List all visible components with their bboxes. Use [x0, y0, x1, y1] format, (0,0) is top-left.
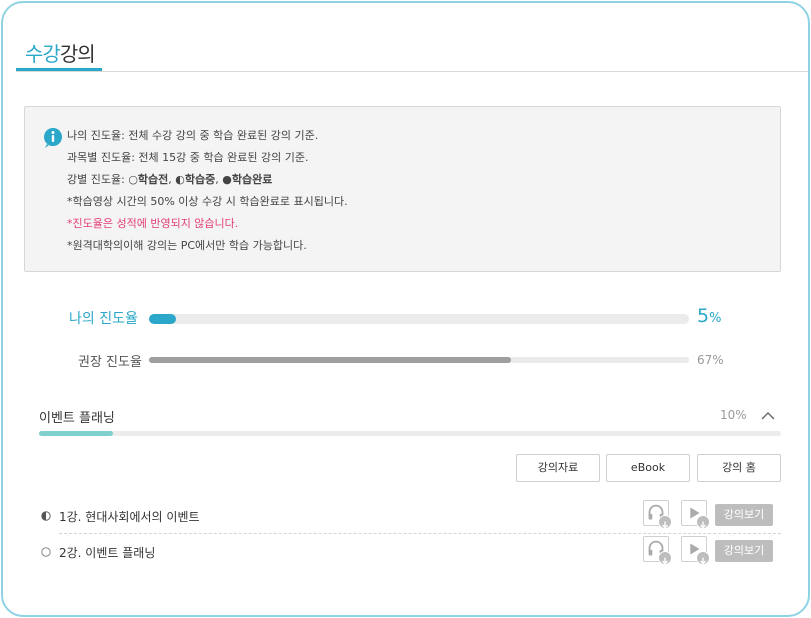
- recommended-progress-fill: [149, 357, 511, 363]
- download-icon: [696, 515, 710, 529]
- recommended-progress-label: 권장 진도율: [78, 355, 142, 370]
- download-icon: [658, 551, 672, 565]
- legend-done: ●학습완료: [222, 173, 273, 186]
- chevron-up-icon[interactable]: [761, 411, 775, 421]
- view-lecture-button[interactable]: 강의보기: [715, 540, 773, 562]
- my-progress-track: [149, 314, 689, 324]
- info-line-pc-note: *원격대학의이해 강의는 PC에서만 학습 가능합니다.: [67, 239, 307, 252]
- legend-during: ◐학습중: [175, 173, 216, 186]
- half-circle-icon: [41, 511, 51, 521]
- subject-title: 이벤트 플래닝: [39, 411, 115, 426]
- lecture-row: 1강. 현대사회에서의 이벤트 강의보기: [39, 500, 781, 534]
- my-progress-number: 5: [697, 305, 710, 327]
- ebook-button[interactable]: eBook: [606, 454, 690, 482]
- page-title-rest: 강의: [59, 42, 96, 66]
- subject-progress-track: [39, 431, 781, 436]
- info-line-completion-rule: *학습영상 시간의 50% 이상 수강 시 학습완료로 표시됩니다.: [67, 195, 348, 208]
- legend-before: ○학습전: [128, 173, 169, 186]
- my-progress-label: 나의 진도율: [69, 311, 138, 327]
- lecture-row: 2강. 이벤트 플래닝 강의보기: [39, 536, 781, 570]
- info-line-my-progress: 나의 진도율: 전체 수강 강의 중 학습 완료된 강의 기준.: [67, 129, 319, 142]
- info-line-subject-progress: 과목별 진도율: 전체 15강 중 학습 완료된 강의 기준.: [67, 151, 309, 164]
- lecture-title[interactable]: 2강. 이벤트 플래닝: [59, 544, 155, 561]
- my-progress-fill: [149, 314, 176, 324]
- course-panel: 수강강의 나의 진도율: 전체 수강 강의 중 학습 완료된 강의 기준. 과목…: [1, 1, 810, 617]
- info-icon: [44, 128, 62, 148]
- empty-circle-icon: [41, 547, 51, 557]
- header-divider: [16, 71, 808, 72]
- my-progress-percent: 5%: [697, 305, 721, 327]
- lecture-title[interactable]: 1강. 현대사회에서의 이벤트: [59, 508, 200, 525]
- subject-progress-fill: [39, 431, 114, 436]
- recommended-progress-track: [149, 357, 689, 363]
- page-title: 수강강의: [25, 38, 96, 67]
- lecture-home-button[interactable]: 강의 홈: [697, 454, 781, 482]
- download-icon: [696, 551, 710, 565]
- info-lines: 나의 진도율: 전체 수강 강의 중 학습 완료된 강의 기준. 과목별 진도율…: [67, 127, 348, 259]
- my-progress-unit: %: [709, 311, 722, 326]
- info-box: 나의 진도율: 전체 수강 강의 중 학습 완료된 강의 기준. 과목별 진도율…: [24, 106, 781, 272]
- lecture-materials-button[interactable]: 강의자료: [516, 454, 600, 482]
- legend-prefix: 강별 진도율:: [67, 173, 129, 186]
- audio-button[interactable]: [643, 500, 672, 529]
- recommended-progress-percent: 67%: [697, 353, 724, 367]
- page-header: 수강강의: [3, 3, 808, 73]
- info-line-grade-note: *진도율은 성적에 반영되지 않습니다.: [67, 217, 239, 230]
- download-icon: [658, 515, 672, 529]
- video-button[interactable]: [681, 536, 710, 565]
- row-divider: [59, 533, 781, 534]
- page-title-accent: 수강: [25, 42, 61, 66]
- audio-button[interactable]: [643, 536, 672, 565]
- info-line-legend: 강별 진도율: ○학습전, ◐학습중, ●학습완료: [67, 171, 348, 193]
- subject-progress-percent: 10%: [720, 408, 747, 422]
- view-lecture-button[interactable]: 강의보기: [715, 504, 773, 526]
- video-button[interactable]: [681, 500, 710, 529]
